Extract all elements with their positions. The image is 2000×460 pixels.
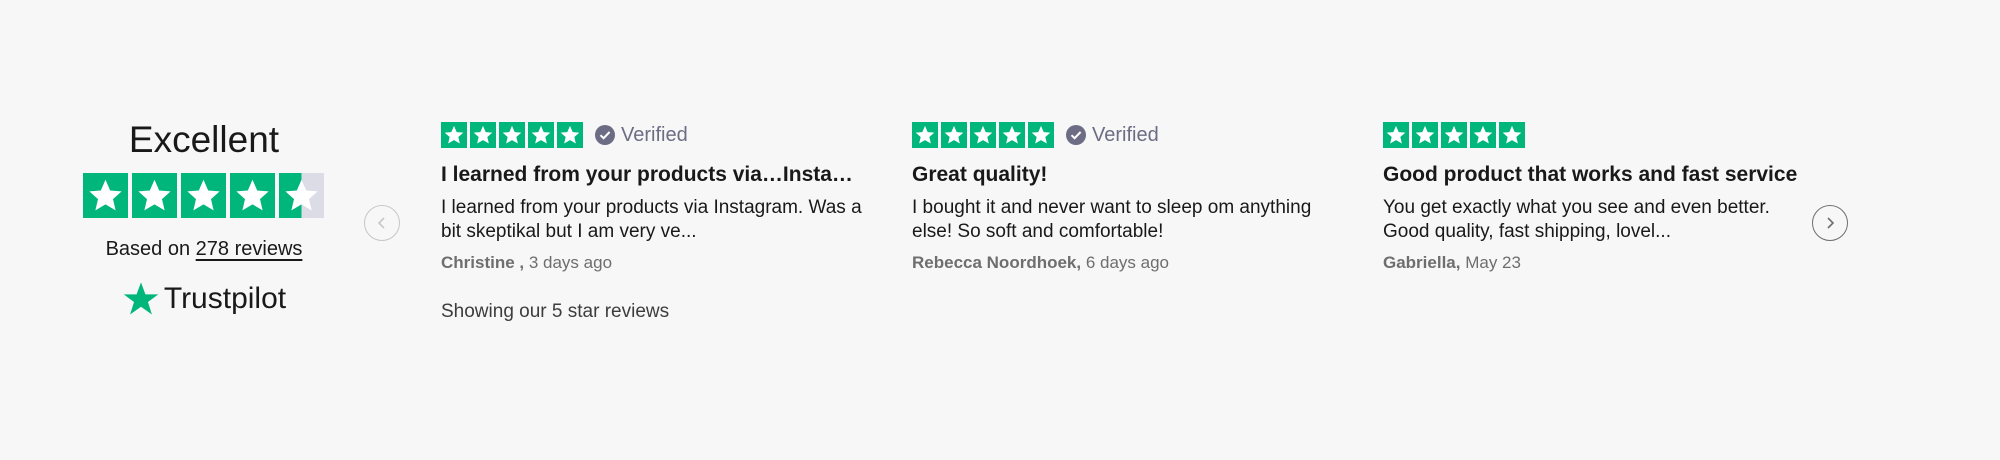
author-name: Gabriella, <box>1383 253 1461 272</box>
review-author: Rebecca Noordhoek, 6 days ago <box>912 252 1342 274</box>
based-on-text: Based on 278 reviews <box>80 237 328 261</box>
review-star-rating <box>1383 122 1525 148</box>
review-star-rating <box>441 122 583 148</box>
star-icon <box>1470 122 1496 148</box>
review-title[interactable]: Great quality! <box>912 162 1342 188</box>
star-icon <box>970 122 996 148</box>
review-card[interactable]: Verified Great quality! I bought it and … <box>912 121 1342 274</box>
review-title[interactable]: Good product that works and fast service <box>1383 162 1813 188</box>
review-card[interactable]: Verified I learned from your products vi… <box>441 121 871 274</box>
verified-badge: Verified <box>1066 123 1159 147</box>
review-header: Verified <box>441 121 871 149</box>
star-icon <box>912 122 938 148</box>
star-icon <box>470 122 496 148</box>
showing-filter-note: Showing our 5 star reviews <box>441 301 670 322</box>
author-name: Rebecca Noordhoek, <box>912 253 1082 272</box>
verified-badge: Verified <box>595 123 688 147</box>
review-text[interactable]: I bought it and never want to sleep om a… <box>912 196 1342 244</box>
review-header: Verified <box>912 121 1342 149</box>
star-icon <box>499 122 525 148</box>
check-circle-icon <box>1066 125 1086 145</box>
star-icon <box>230 173 275 218</box>
review-date: 3 days ago <box>524 253 613 272</box>
star-icon <box>1028 122 1054 148</box>
review-date: May 23 <box>1460 253 1521 272</box>
review-title[interactable]: I learned from your products via…Insta… <box>441 162 871 188</box>
check-circle-icon <box>595 125 615 145</box>
star-icon <box>1441 122 1467 148</box>
star-icon <box>132 173 177 218</box>
review-date: 6 days ago <box>1081 253 1170 272</box>
trustpilot-wordmark: Trustpilot <box>163 282 287 315</box>
reviews-count-link[interactable]: 278 reviews <box>196 238 303 260</box>
verified-label: Verified <box>1092 124 1159 146</box>
star-icon <box>83 173 128 218</box>
carousel-prev-button[interactable] <box>364 205 400 241</box>
half-star-icon <box>279 173 324 218</box>
star-icon <box>1412 122 1438 148</box>
review-author: Gabriella, May 23 <box>1383 252 1813 274</box>
trustpilot-star-icon <box>123 282 159 315</box>
author-name: Christine , <box>441 253 525 272</box>
star-icon <box>181 173 226 218</box>
review-star-rating <box>912 122 1054 148</box>
star-icon <box>528 122 554 148</box>
summary-star-rating <box>83 173 325 218</box>
review-text[interactable]: I learned from your products via Instagr… <box>441 196 871 244</box>
review-text[interactable]: You get exactly what you see and even be… <box>1383 196 1813 244</box>
trustpilot-logo[interactable]: Trustpilot <box>80 280 328 318</box>
star-icon <box>941 122 967 148</box>
star-icon <box>999 122 1025 148</box>
rating-title: Excellent <box>128 119 280 160</box>
star-icon <box>1383 122 1409 148</box>
rating-summary: Excellent Based on 278 reviews Trustpilo… <box>80 118 328 318</box>
review-header <box>1383 121 1813 149</box>
star-icon <box>1499 122 1525 148</box>
star-icon <box>557 122 583 148</box>
carousel-next-button[interactable] <box>1812 205 1848 241</box>
verified-label: Verified <box>621 124 688 146</box>
chevron-right-icon <box>1827 217 1835 229</box>
based-on-label: Based on <box>105 238 196 260</box>
review-author: Christine , 3 days ago <box>441 252 871 274</box>
chevron-left-icon <box>377 217 385 229</box>
star-icon <box>441 122 467 148</box>
review-card[interactable]: Good product that works and fast service… <box>1383 121 1813 274</box>
